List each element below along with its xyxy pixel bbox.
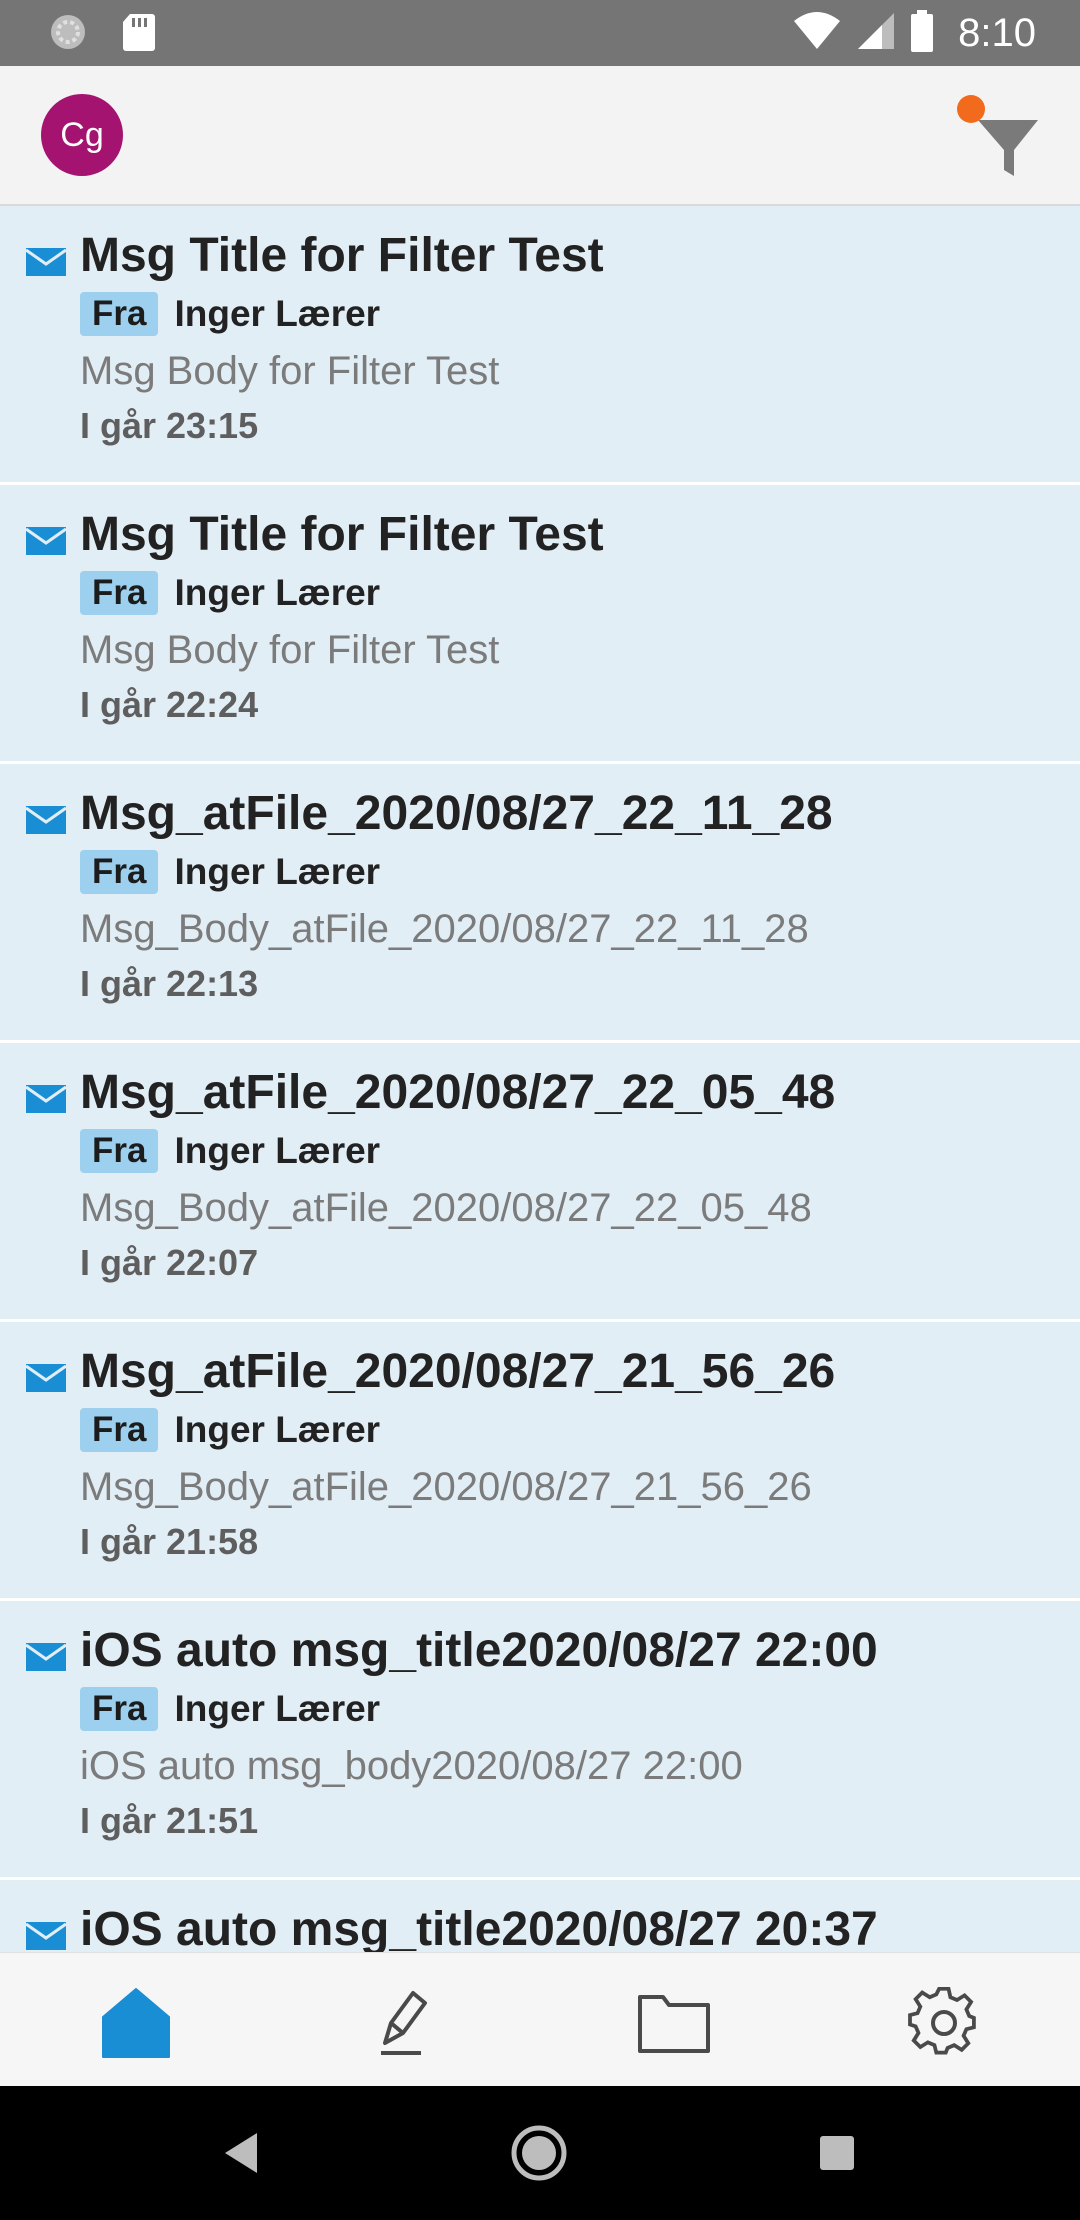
sender-name: Inger Lærer — [174, 572, 381, 613]
system-home-button[interactable] — [504, 2118, 574, 2188]
sender-row: Fra Inger Lærer — [80, 1687, 380, 1731]
home-circle-icon — [511, 2125, 567, 2181]
message-title: Msg Title for Filter Test — [80, 229, 604, 282]
sender-row: Fra Inger Lærer — [80, 850, 380, 894]
message-title: iOS auto msg_title2020/08/27 20:37 — [80, 1903, 878, 1952]
avatar-initials: Cg — [60, 115, 104, 154]
sender-row: Fra Inger Lærer — [80, 1129, 380, 1173]
message-preview: Msg_Body_atFile_2020/08/27_22_05_48 — [80, 1186, 812, 1230]
avatar[interactable]: Cg — [41, 94, 123, 176]
bottom-navigation — [0, 1952, 1080, 2087]
nav-settings[interactable] — [894, 1973, 994, 2073]
folder-icon — [638, 1995, 710, 2053]
nav-compose[interactable] — [354, 1973, 454, 2073]
sender-row: Fra Inger Lærer — [80, 571, 380, 615]
message-title: Msg Title for Filter Test — [80, 508, 604, 561]
message-list[interactable]: Msg Title for Filter Test Fra Inger Lære… — [0, 206, 1080, 1952]
cell-signal-icon — [856, 11, 896, 56]
envelope-icon — [26, 248, 66, 276]
envelope-icon — [26, 1643, 66, 1671]
message-row[interactable]: iOS auto msg_title2020/08/27 22:00 Fra I… — [0, 1601, 1080, 1880]
message-preview: iOS auto msg_body2020/08/27 22:00 — [80, 1744, 743, 1788]
system-nav-bar — [0, 2086, 1080, 2220]
from-badge: Fra — [80, 1408, 159, 1452]
filter-button[interactable] — [950, 90, 1050, 190]
sender-row: Fra Inger Lærer — [80, 292, 380, 336]
sender-name: Inger Lærer — [174, 293, 381, 334]
envelope-icon — [26, 1085, 66, 1113]
message-time: I går 22:24 — [80, 684, 259, 725]
message-row[interactable]: Msg_atFile_2020/08/27_22_05_48 Fra Inger… — [0, 1043, 1080, 1322]
sender-name: Inger Lærer — [174, 851, 381, 892]
app-header: Cg — [0, 66, 1080, 206]
home-icon — [102, 1988, 170, 2058]
message-title: Msg_atFile_2020/08/27_22_11_28 — [80, 787, 833, 840]
from-badge: Fra — [80, 850, 159, 894]
message-row[interactable]: Msg Title for Filter Test Fra Inger Lære… — [0, 206, 1080, 485]
battery-icon — [910, 9, 934, 57]
message-time: I går 22:07 — [80, 1242, 259, 1283]
system-back-button[interactable] — [206, 2118, 276, 2188]
envelope-icon — [26, 806, 66, 834]
sender-row: Fra Inger Lærer — [80, 1408, 380, 1452]
sync-icon — [48, 12, 88, 57]
message-time: I går 21:58 — [80, 1521, 259, 1562]
message-preview: Msg Body for Filter Test — [80, 349, 500, 393]
nav-folder[interactable] — [624, 1973, 724, 2073]
from-badge: Fra — [80, 1129, 159, 1173]
from-badge: Fra — [80, 571, 159, 615]
sd-card-icon — [122, 12, 156, 57]
wifi-icon — [792, 11, 842, 56]
message-preview: Msg_Body_atFile_2020/08/27_22_11_28 — [80, 907, 809, 951]
status-time: 8:10 — [958, 11, 1036, 55]
nav-home[interactable] — [86, 1973, 186, 2073]
message-title: Msg_atFile_2020/08/27_22_05_48 — [80, 1066, 836, 1119]
message-time: I går 21:51 — [80, 1800, 259, 1841]
message-preview: Msg Body for Filter Test — [80, 628, 500, 672]
message-preview: Msg_Body_atFile_2020/08/27_21_56_26 — [80, 1465, 812, 1509]
back-icon — [225, 2133, 257, 2173]
message-time: I går 22:13 — [80, 963, 259, 1004]
status-bar: 8:10 — [0, 0, 1080, 66]
filter-active-dot — [957, 95, 985, 123]
message-title: iOS auto msg_title2020/08/27 22:00 — [80, 1624, 878, 1677]
recents-icon — [820, 2136, 854, 2170]
message-title: Msg_atFile_2020/08/27_21_56_26 — [80, 1345, 836, 1398]
message-row[interactable]: iOS auto msg_title2020/08/27 20:37 — [0, 1880, 1080, 1952]
settings-icon — [908, 1987, 976, 2055]
message-row[interactable]: Msg Title for Filter Test Fra Inger Lære… — [0, 485, 1080, 764]
envelope-icon — [26, 1364, 66, 1392]
message-time: I går 23:15 — [80, 405, 259, 446]
envelope-icon — [26, 1922, 66, 1950]
sender-name: Inger Lærer — [174, 1688, 381, 1729]
sender-name: Inger Lærer — [174, 1130, 381, 1171]
sender-name: Inger Lærer — [174, 1409, 381, 1450]
from-badge: Fra — [80, 1687, 159, 1731]
message-row[interactable]: Msg_atFile_2020/08/27_21_56_26 Fra Inger… — [0, 1322, 1080, 1601]
compose-icon — [381, 1991, 427, 2055]
message-row[interactable]: Msg_atFile_2020/08/27_22_11_28 Fra Inger… — [0, 764, 1080, 1043]
system-recents-button[interactable] — [802, 2118, 872, 2188]
envelope-icon — [26, 527, 66, 555]
from-badge: Fra — [80, 292, 159, 336]
